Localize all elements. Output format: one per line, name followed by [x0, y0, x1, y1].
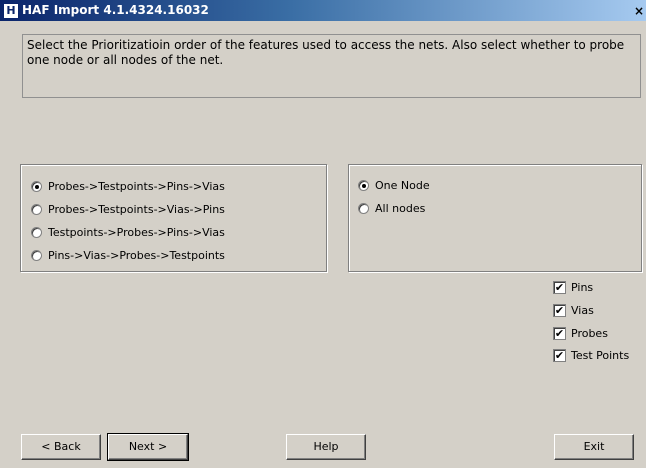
order-option-label: Pins->Vias->Probes->Testpoints — [48, 249, 225, 262]
window-title: HAF Import 4.1.4324.16032 — [22, 3, 209, 17]
checkbox-label: Probes — [571, 327, 608, 340]
order-option-label: Probes->Testpoints->Vias->Pins — [48, 203, 225, 216]
node-selection-group: One Node All nodes — [348, 164, 642, 272]
radio-button[interactable] — [31, 227, 42, 238]
radio-button[interactable] — [358, 203, 369, 214]
checkmark-icon[interactable]: ✔ — [553, 304, 566, 317]
app-icon: H — [3, 3, 19, 19]
order-option-label: Probes->Testpoints->Pins->Vias — [48, 180, 225, 193]
priority-order-group: Probes->Testpoints->Pins->Vias Probes->T… — [20, 164, 327, 272]
checkmark-icon[interactable]: ✔ — [553, 281, 566, 294]
exit-button[interactable]: Exit — [554, 434, 634, 460]
checkbox-label: Vias — [571, 304, 594, 317]
node-option-label: All nodes — [375, 202, 426, 215]
node-option-label: One Node — [375, 179, 430, 192]
radio-button[interactable] — [31, 181, 42, 192]
help-button[interactable]: Help — [286, 434, 366, 460]
radio-button[interactable] — [31, 250, 42, 261]
radio-button[interactable] — [31, 204, 42, 215]
instructions-text: Select the Prioritizatioin order of the … — [22, 34, 641, 98]
checkbox-label: Test Points — [571, 349, 630, 362]
title-bar: H HAF Import 4.1.4324.16032 × — [0, 0, 646, 21]
checkmark-icon[interactable]: ✔ — [553, 327, 566, 340]
close-icon[interactable]: × — [634, 3, 646, 19]
radio-button[interactable] — [358, 180, 369, 191]
next-button[interactable]: Next > — [107, 433, 189, 461]
checkmark-icon[interactable]: ✔ — [553, 349, 566, 362]
order-option-label: Testpoints->Probes->Pins->Vias — [48, 226, 225, 239]
back-button[interactable]: < Back — [21, 434, 101, 460]
checkbox-label: Pins — [571, 281, 594, 294]
